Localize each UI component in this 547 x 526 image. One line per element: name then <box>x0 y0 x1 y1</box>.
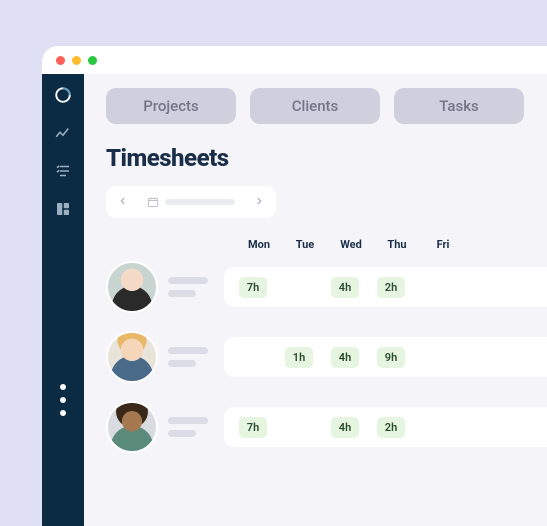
hours-card: 1h 4h 9h <box>224 337 547 377</box>
avatar[interactable] <box>106 401 158 453</box>
day-header: Mon <box>236 238 282 251</box>
hour-cell: 2h <box>368 277 414 298</box>
logo-icon[interactable] <box>52 84 74 106</box>
tab-clients[interactable]: Clients <box>250 88 380 124</box>
hours-card: 7h 4h 2h <box>224 407 547 447</box>
date-display <box>147 193 235 212</box>
day-header: Thu <box>374 238 420 251</box>
main-content: Projects Clients Tasks Timesheets <box>84 74 547 526</box>
hour-chip[interactable]: 4h <box>331 417 359 438</box>
list-icon[interactable] <box>52 160 74 182</box>
window-titlebar <box>42 46 547 74</box>
hour-cell: 9h <box>368 347 414 368</box>
sidebar-indicators <box>60 384 66 416</box>
hours-card: 7h 4h 2h <box>224 267 547 307</box>
tab-tasks[interactable]: Tasks <box>394 88 524 124</box>
role-placeholder <box>168 290 196 297</box>
day-header: Wed <box>328 238 374 251</box>
hour-chip[interactable]: 2h <box>377 417 405 438</box>
app-body: Projects Clients Tasks Timesheets <box>42 74 547 526</box>
hour-cell: 4h <box>322 347 368 368</box>
analytics-icon[interactable] <box>52 122 74 144</box>
day-headers: Mon Tue Wed Thu Fri <box>106 238 547 251</box>
name-placeholder <box>168 417 208 424</box>
day-header: Tue <box>282 238 328 251</box>
grid-icon[interactable] <box>52 198 74 220</box>
person-meta <box>158 347 224 367</box>
date-range-picker[interactable] <box>106 186 276 218</box>
hour-cell: 7h <box>230 417 276 438</box>
indicator-dot <box>60 397 66 403</box>
indicator-dot <box>60 410 66 416</box>
person-meta <box>158 277 224 297</box>
timesheet-row: 7h 4h 2h <box>106 401 547 453</box>
role-placeholder <box>168 360 196 367</box>
window-close-dot[interactable] <box>56 56 65 65</box>
hour-chip[interactable]: 9h <box>377 347 405 368</box>
chevron-left-icon[interactable] <box>116 195 130 210</box>
name-placeholder <box>168 277 208 284</box>
person-meta <box>158 417 224 437</box>
day-header: Fri <box>420 238 466 251</box>
hour-chip[interactable]: 4h <box>331 347 359 368</box>
tab-projects[interactable]: Projects <box>106 88 236 124</box>
window-minimize-dot[interactable] <box>72 56 81 65</box>
hour-chip[interactable]: 4h <box>331 277 359 298</box>
hour-cell: 2h <box>368 417 414 438</box>
chevron-right-icon[interactable] <box>252 195 266 210</box>
sidebar <box>42 74 84 526</box>
app-window: Projects Clients Tasks Timesheets <box>42 46 547 526</box>
window-zoom-dot[interactable] <box>88 56 97 65</box>
hour-cell: 4h <box>322 277 368 298</box>
avatar[interactable] <box>106 331 158 383</box>
timesheet-row: 7h 4h 2h <box>106 261 547 313</box>
hour-chip[interactable]: 2h <box>377 277 405 298</box>
timesheet-row: 1h 4h 9h <box>106 331 547 383</box>
calendar-icon <box>147 193 159 212</box>
hour-cell: 4h <box>322 417 368 438</box>
hour-cell: 1h <box>276 347 322 368</box>
hour-chip[interactable]: 1h <box>285 347 313 368</box>
hour-chip[interactable]: 7h <box>239 277 267 298</box>
page-title: Timesheets <box>106 144 547 172</box>
tabs-row: Projects Clients Tasks <box>106 88 547 124</box>
name-placeholder <box>168 347 208 354</box>
hour-chip[interactable]: 7h <box>239 417 267 438</box>
hour-cell: 7h <box>230 277 276 298</box>
indicator-dot <box>60 384 66 390</box>
avatar[interactable] <box>106 261 158 313</box>
date-placeholder <box>165 199 235 205</box>
role-placeholder <box>168 430 196 437</box>
